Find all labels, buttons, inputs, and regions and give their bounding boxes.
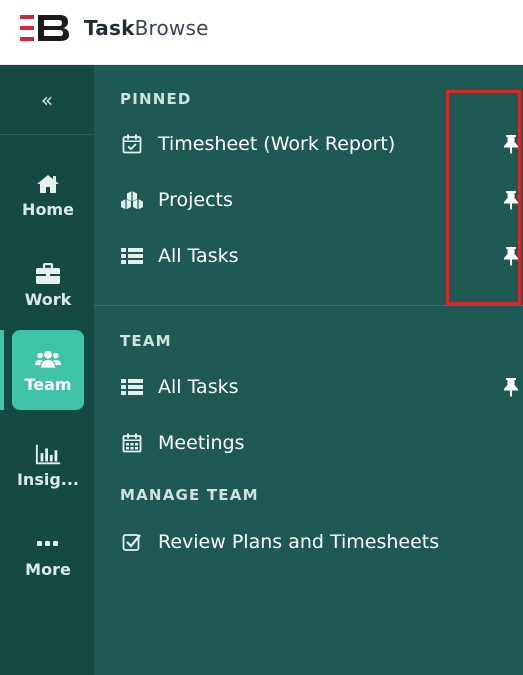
nav-item-label: Review Plans and Timesheets [158,531,440,553]
active-indicator [0,330,4,410]
insights-icon [35,442,61,466]
nav-item-label: Timesheet (Work Report) [158,133,396,155]
rail-item-label: Team [24,374,72,394]
rail-item-home[interactable]: Home [12,155,84,235]
collapse-sidebar-button[interactable]: « [0,65,94,135]
nav-item-all-tasks-team[interactable]: All Tasks [120,368,518,406]
nav-item-label: All Tasks [158,245,239,267]
rail-item-work[interactable]: Work [12,245,84,325]
nav-item-meetings[interactable]: Meetings [120,424,515,462]
brand-name-bold: Task [84,16,135,40]
pinned-items-highlight-box [446,90,521,305]
section-divider [94,305,523,306]
rail-item-team[interactable]: Team [12,330,84,410]
double-chevron-left-icon: « [40,87,54,112]
nav-item-label: Meetings [158,432,245,454]
more-icon [35,532,61,556]
nav-item-review-plans[interactable]: Review Plans and Timesheets [120,523,515,561]
brand-name[interactable]: TaskBrowse [84,16,209,40]
home-icon [35,172,61,196]
team-icon [35,347,61,371]
left-rail: « Home Work Team Insig... More [0,65,94,675]
pin-icon[interactable] [500,375,522,399]
brand-name-light: Browse [134,16,209,40]
rail-item-label: More [25,559,71,579]
rail-item-label: Home [22,199,74,219]
briefcase-icon [35,262,61,286]
check-square-icon [120,531,144,553]
cubes-icon [120,189,144,211]
calendar-check-icon [120,133,144,155]
list-icon [120,376,144,398]
rail-item-label: Insig... [16,469,80,489]
list-icon [120,245,144,267]
nav-item-label: Projects [158,189,233,211]
rail-item-insights[interactable]: Insig... [12,425,84,505]
rail-item-more[interactable]: More [12,515,84,595]
nav-item-label: All Tasks [158,376,239,398]
section-title-team: TEAM [120,332,172,350]
calendar-icon [120,432,144,454]
section-title-pinned: PINNED [120,90,192,108]
app-header: TaskBrowse [0,0,523,65]
rail-item-label: Work [24,289,72,309]
taskbrowse-logo[interactable] [20,13,72,43]
section-title-manage-team: MANAGE TEAM [120,486,259,504]
